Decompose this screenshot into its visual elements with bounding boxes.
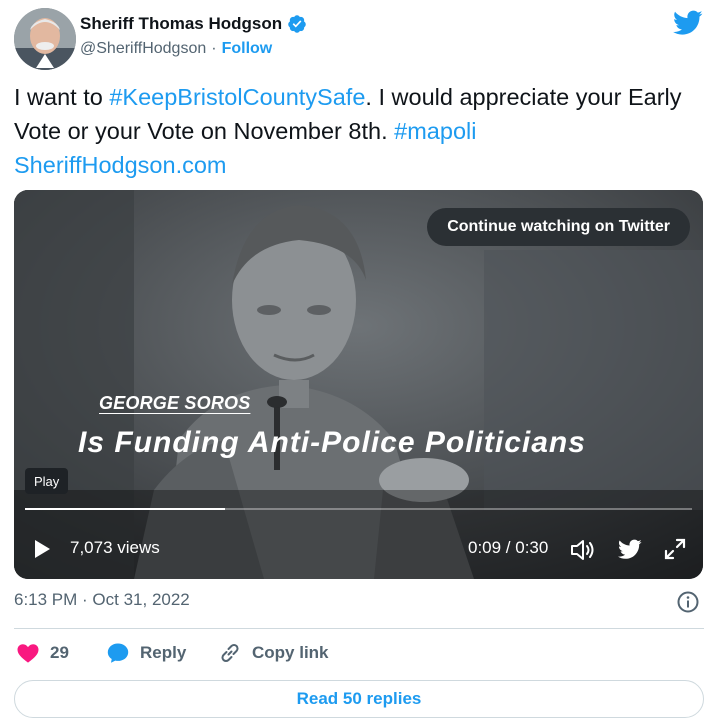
reply-bubble-icon — [107, 643, 129, 663]
video-caption-main: Is Funding Anti-Police Politicians — [78, 426, 586, 459]
volume-icon[interactable] — [570, 538, 596, 562]
view-count: 7,073 views — [70, 538, 160, 557]
avatar[interactable] — [14, 8, 76, 70]
copy-link-button[interactable]: Copy link — [218, 641, 329, 665]
expand-icon[interactable] — [664, 538, 686, 560]
display-name[interactable]: Sheriff Thomas Hodgson — [80, 14, 282, 34]
play-tooltip: Play — [25, 468, 69, 494]
video-time: 0:09 / 0:30 — [468, 538, 549, 557]
hashtag-mapoli[interactable]: #mapoli — [394, 118, 476, 144]
tweet-text: I want to #KeepBristolCountySafe. I woul… — [14, 80, 704, 182]
divider — [14, 628, 704, 629]
progress-bar[interactable] — [25, 508, 692, 510]
tweet-actions: 29 Reply Copy link — [14, 638, 704, 668]
play-icon[interactable] — [32, 539, 52, 559]
reply-button[interactable]: Reply — [106, 641, 186, 665]
like-count: 29 — [50, 643, 69, 662]
video-caption-name: GEORGE SOROS — [99, 393, 251, 413]
tweet-text-part1: I want to — [14, 84, 110, 110]
video-controls: 7,073 views 0:09 / 0:30 — [14, 528, 703, 568]
tweet-timestamp[interactable]: 6:13 PM · Oct 31, 2022 — [14, 590, 190, 610]
separator: · — [211, 40, 217, 57]
continue-watching-button[interactable]: Continue watching on Twitter — [427, 208, 690, 246]
website-link[interactable]: SheriffHodgson.com — [14, 152, 227, 178]
video-player[interactable]: Continue watching on Twitter GEORGE SORO… — [14, 190, 703, 579]
twitter-bird-icon[interactable] — [618, 539, 642, 560]
reply-label: Reply — [140, 643, 187, 662]
twitter-bird-icon[interactable] — [673, 10, 703, 36]
tweet-header: Sheriff Thomas Hodgson @SheriffHodgson ·… — [12, 6, 707, 70]
heart-icon — [17, 644, 39, 663]
copy-link-label: Copy link — [252, 643, 329, 662]
handle[interactable]: @SheriffHodgson — [80, 40, 206, 58]
follow-button[interactable]: Follow — [222, 40, 273, 58]
hashtag-keepbristolcountysafe[interactable]: #KeepBristolCountySafe — [109, 84, 365, 110]
progress-fill — [25, 508, 226, 510]
user-block: Sheriff Thomas Hodgson @SheriffHodgson ·… — [80, 14, 307, 58]
info-icon[interactable] — [677, 591, 699, 613]
like-button[interactable]: 29 — [16, 641, 69, 665]
verified-badge-icon — [288, 15, 306, 33]
read-replies-button[interactable]: Read 50 replies — [14, 680, 704, 718]
video-frame — [14, 190, 703, 579]
copy-link-icon — [221, 643, 239, 663]
